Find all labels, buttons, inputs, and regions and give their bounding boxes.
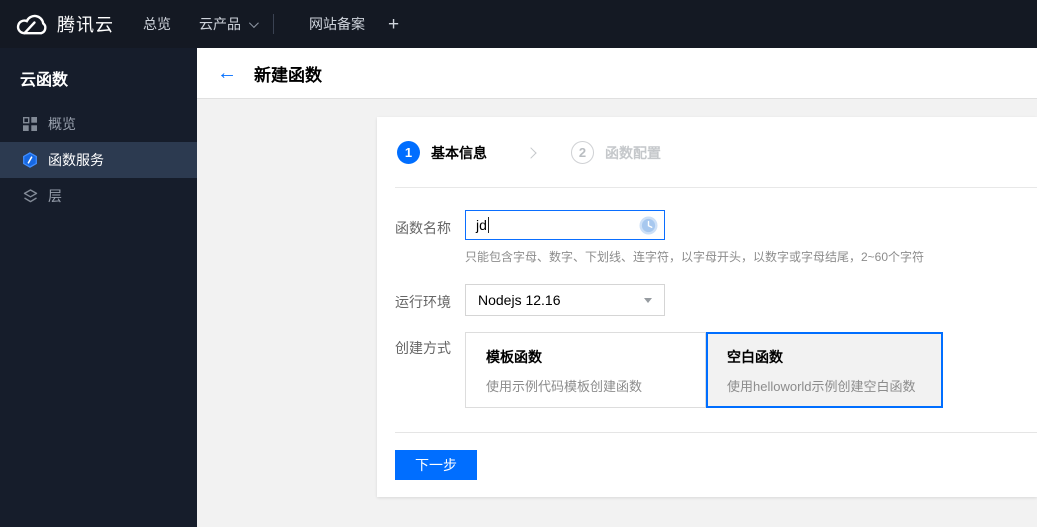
method-description: 使用helloworld示例创建空白函数 [727,379,916,394]
method-card-blank-function[interactable]: 空白函数 使用helloworld示例创建空白函数 [706,332,943,408]
clock-icon [639,216,658,240]
sidebar-item-overview[interactable]: 概览 [0,106,197,142]
function-name-row: 函数名称 jd 只能包含字母、数字、下划线、连字符，以字母开头，以数字或字母结尾… [395,210,1037,265]
step-label: 基本信息 [431,144,487,161]
creation-method-label: 创建方式 [395,340,451,356]
cloud-logo-icon [14,13,48,36]
step-number-badge: 1 [397,141,420,164]
function-name-hint: 只能包含字母、数字、下划线、连字符，以字母开头，以数字或字母结尾，2~60个字符 [465,250,925,264]
page-header: ← 新建函数 [197,48,1037,99]
hexagon-function-icon [22,152,38,168]
function-name-label: 函数名称 [395,220,451,236]
sidebar-item-layers[interactable]: 层 [0,178,197,214]
step-label: 函数配置 [605,144,661,161]
stepper: 1 基本信息 2 函数配置 [377,117,1037,188]
back-arrow-icon[interactable]: ← [217,63,237,83]
stepper-arrow-icon [525,146,537,159]
sidebar-title: 云函数 [20,72,69,89]
sidebar: 云函数 概览 函数服务 层 [0,48,197,527]
method-card-template-function[interactable]: 模板函数 使用示例代码模板创建函数 [465,332,706,408]
select-caret-icon [644,298,652,303]
step-number-badge: 2 [571,141,594,164]
function-name-value: jd [476,217,487,233]
sidebar-item-label: 函数服务 [48,152,104,168]
layers-icon [22,188,38,204]
chevron-down-icon [248,17,259,28]
method-description: 使用示例代码模板创建函数 [486,379,643,394]
create-function-card: 1 基本信息 2 函数配置 函数名称 jd 只能包含字母、数字、下划线、连字符，… [377,117,1037,497]
runtime-select[interactable]: Nodejs 12.16 [465,284,665,316]
nav-products[interactable]: 云产品 [199,14,259,34]
sidebar-item-label: 概览 [48,116,76,132]
function-name-input[interactable]: jd [465,210,665,240]
runtime-selected-value: Nodejs 12.16 [478,292,561,308]
runtime-row: 运行环境 Nodejs 12.16 [395,284,1037,316]
footer-divider [395,432,1037,433]
tencent-cloud-logo[interactable]: 腾讯云 [14,11,114,37]
creation-method-options: 模板函数 使用示例代码模板创建函数 空白函数 使用helloworld示例创建空… [465,332,943,408]
method-title: 空白函数 [727,349,783,365]
content-area: 1 基本信息 2 函数配置 函数名称 jd 只能包含字母、数字、下划线、连字符，… [197,99,1037,527]
top-navigation: 总览 云产品 网站备案 + [114,14,399,34]
creation-method-row: 创建方式 模板函数 使用示例代码模板创建函数 空白函数 使用helloworld… [395,332,1037,408]
grid-icon [22,116,38,132]
nav-divider [273,14,274,34]
page-title: 新建函数 [254,65,322,85]
create-function-form: 函数名称 jd 只能包含字母、数字、下划线、连字符，以字母开头，以数字或字母结尾… [377,188,1037,480]
brand-name: 腾讯云 [57,15,114,35]
text-cursor [487,217,489,233]
step-basic-info: 1 基本信息 [397,141,487,164]
nav-website-beian[interactable]: 网站备案 [309,14,365,34]
runtime-label: 运行环境 [395,294,451,310]
next-step-button[interactable]: 下一步 [395,450,477,480]
method-title: 模板函数 [486,349,542,365]
nav-overview[interactable]: 总览 [143,14,171,34]
nav-products-label: 云产品 [199,16,241,32]
sidebar-item-label: 层 [48,188,62,204]
step-function-config: 2 函数配置 [571,141,661,164]
topbar: 腾讯云 总览 云产品 网站备案 + [0,0,1037,48]
add-tab-button[interactable]: + [388,15,399,34]
sidebar-item-function-service[interactable]: 函数服务 [0,142,197,178]
